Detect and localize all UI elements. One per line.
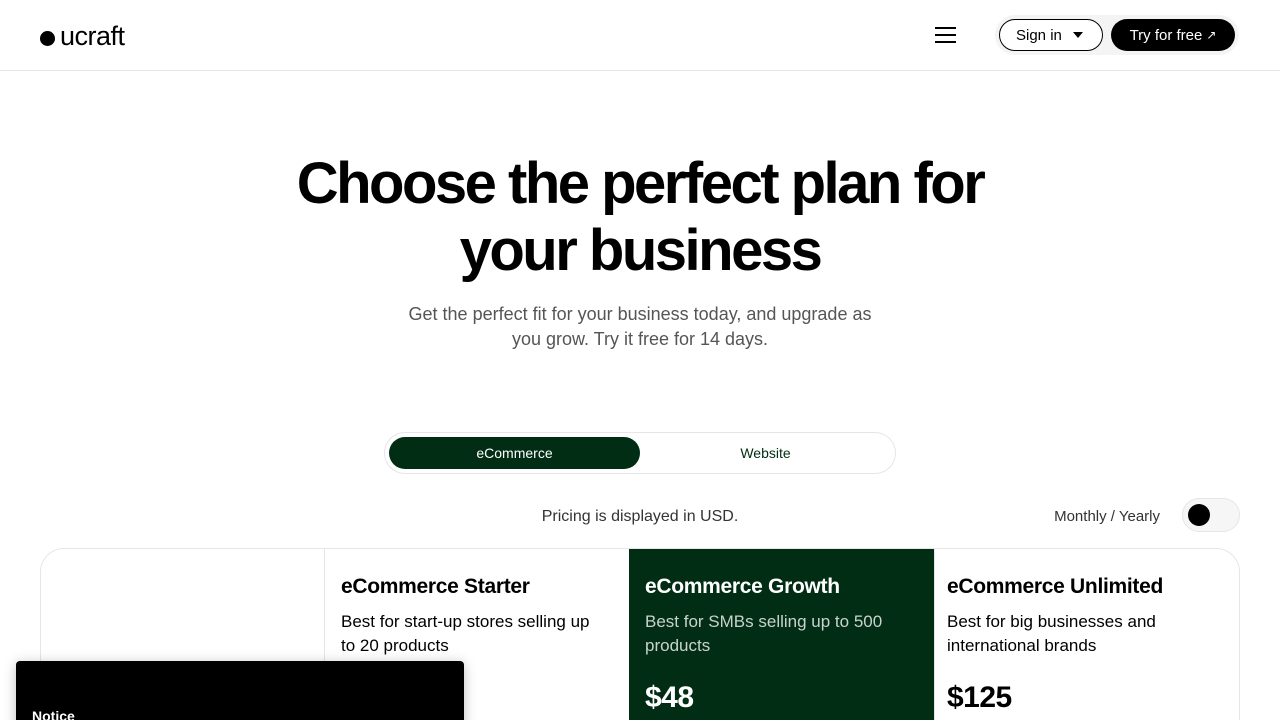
pricing-currency-note: Pricing is displayed in USD. bbox=[541, 508, 739, 525]
plan-type-tabs: eCommerce Website bbox=[384, 432, 896, 474]
arrow-up-right-icon: ↗ bbox=[1206, 28, 1217, 42]
logo-text: ucraft bbox=[60, 20, 125, 51]
plan-card-growth: eCommerce Growth Best for SMBs selling u… bbox=[629, 549, 934, 720]
plan-description: Best for start-up stores selling up to 2… bbox=[341, 612, 590, 655]
sign-in-label: Sign in bbox=[1016, 26, 1062, 44]
caret-down-icon bbox=[1072, 32, 1083, 38]
plan-name: eCommerce Starter bbox=[341, 575, 530, 598]
plan-description: Best for big businesses and internationa… bbox=[947, 612, 1156, 655]
billing-period-label: Monthly / Yearly bbox=[1054, 508, 1160, 525]
plan-name: eCommerce Growth bbox=[645, 575, 840, 598]
try-for-free-button[interactable]: Try for free ↗ bbox=[1111, 19, 1235, 51]
tab-ecommerce[interactable]: eCommerce bbox=[389, 437, 640, 469]
plan-price: $125 bbox=[947, 681, 1012, 714]
ucraft-logo[interactable]: ucraft bbox=[40, 20, 125, 51]
plan-card-unlimited: eCommerce Unlimited Best for big busines… bbox=[934, 549, 1239, 720]
page-title: Choose the perfect plan for your busines… bbox=[296, 151, 986, 283]
site-header: ucraft Sign in Try for free ↗ bbox=[0, 0, 1280, 71]
logo-dot-icon bbox=[40, 30, 55, 46]
tab-website[interactable]: Website bbox=[640, 437, 891, 469]
billing-period-toggle[interactable] bbox=[1182, 498, 1240, 532]
notice-popup: Notice bbox=[16, 661, 464, 720]
toggle-knob bbox=[1188, 504, 1210, 526]
sign-in-button[interactable]: Sign in bbox=[999, 19, 1103, 51]
try-for-free-label: Try for free bbox=[1129, 26, 1203, 44]
plan-description: Best for SMBs selling up to 500 products bbox=[645, 612, 883, 655]
plan-name: eCommerce Unlimited bbox=[947, 575, 1164, 598]
notice-title: Notice bbox=[32, 708, 75, 720]
page-subtitle: Get the perfect fit for your business to… bbox=[408, 304, 872, 349]
plan-price: $48 bbox=[645, 681, 694, 714]
menu-icon[interactable] bbox=[935, 25, 957, 45]
